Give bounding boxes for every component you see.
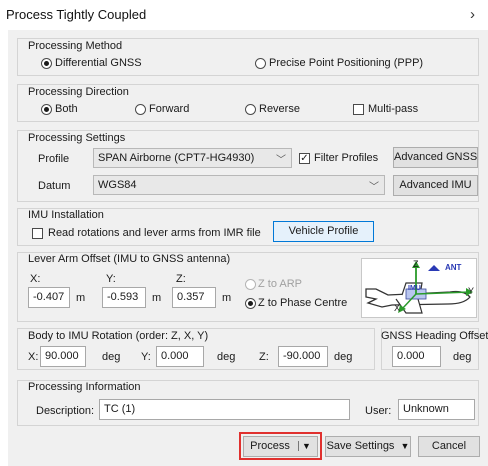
both-label[interactable]: Both [55,103,78,115]
radio-ppp[interactable] [255,58,266,69]
body-rotation-label: Body to IMU Rotation (order: Z, X, Y) [28,330,209,342]
rot-x-label: X: [28,351,39,363]
diagram-ant-label: ANT [445,263,462,272]
diagram-x-label: X [394,303,401,313]
reverse-label[interactable]: Reverse [259,103,300,115]
user-field[interactable]: Unknown [398,399,475,420]
diagram-y-label: Y [468,286,475,296]
imu-installation-label: IMU Installation [28,209,104,221]
lever-y-label: Y: [106,273,116,285]
datum-dropdown[interactable]: WGS84 ﹀ [93,175,385,195]
window-title: Process Tightly Coupled [6,7,147,22]
profile-label: Profile [38,153,70,165]
lever-y-unit: m [152,292,162,304]
multipass-label[interactable]: Multi-pass [368,103,418,115]
dropdown-arrow-icon[interactable]: ▼ [401,441,410,451]
multipass-checkbox[interactable] [353,104,364,115]
lever-z-field[interactable]: 0.357 [172,287,216,308]
z-to-arp-label[interactable]: Z to ARP [258,278,302,290]
diagram-imu-label: IMU [408,285,421,292]
profile-dropdown[interactable]: SPAN Airborne (CPT7-HG4930) ﹀ [93,148,292,168]
z-to-phase-label[interactable]: Z to Phase Centre [258,297,347,309]
ppp-label[interactable]: Precise Point Positioning (PPP) [269,57,423,69]
lever-z-label: Z: [176,273,186,285]
radio-differential-gnss[interactable] [41,58,52,69]
processing-direction-label: Processing Direction [28,86,129,98]
radio-reverse[interactable] [245,104,256,115]
radio-forward[interactable] [135,104,146,115]
chevron-down-icon: ﹀ [369,182,379,193]
filter-profiles-checkbox[interactable]: ✓ [299,153,310,164]
heading-offset-field[interactable]: 0.000 [392,346,441,367]
dropdown-arrow-icon[interactable]: ▼ [297,441,311,451]
advanced-gnss-button[interactable]: Advanced GNSS [393,147,478,168]
datum-label: Datum [38,180,71,192]
processing-method-label: Processing Method [28,40,123,52]
process-button[interactable]: Process ▼ [243,436,318,457]
cancel-button[interactable]: Cancel [418,436,480,457]
processing-settings-label: Processing Settings [28,132,126,144]
lever-y-field[interactable]: -0.593 [102,287,146,308]
rot-y-label: Y: [141,351,151,363]
rot-x-field[interactable]: 90.000 [40,346,86,367]
lever-x-label: X: [30,273,41,285]
rot-y-field[interactable]: 0.000 [156,346,204,367]
lever-x-unit: m [76,292,86,304]
rot-x-unit: deg [102,351,121,363]
datum-value: WGS84 [98,179,137,191]
lever-z-unit: m [222,292,232,304]
description-field[interactable]: TC (1) [99,399,350,420]
heading-offset-unit: deg [453,351,472,363]
filter-profiles-label[interactable]: Filter Profiles [314,152,378,164]
vehicle-profile-button[interactable]: Vehicle Profile [273,221,374,242]
rot-z-field[interactable]: -90.000 [278,346,328,367]
differential-gnss-label[interactable]: Differential GNSS [55,57,142,69]
radio-both[interactable] [41,104,52,115]
processing-info-label: Processing Information [28,381,141,393]
rot-z-label: Z: [259,351,269,363]
forward-label[interactable]: Forward [149,103,189,115]
advanced-imu-button[interactable]: Advanced IMU [393,175,478,196]
close-icon[interactable]: › [470,6,475,23]
save-settings-button[interactable]: Save Settings ▼ [325,436,411,457]
radio-z-to-arp[interactable] [245,279,256,290]
chevron-down-icon: ﹀ [276,155,286,166]
lever-arm-label: Lever Arm Offset (IMU to GNSS antenna) [28,253,231,265]
read-imr-label[interactable]: Read rotations and lever arms from IMR f… [48,227,261,239]
heading-offset-label: GNSS Heading Offset [381,330,488,342]
save-settings-label: Save Settings [326,440,395,452]
description-label: Description: [36,405,95,417]
rot-z-unit: deg [334,351,353,363]
profile-value: SPAN Airborne (CPT7-HG4930) [98,152,255,164]
user-label: User: [365,405,392,417]
lever-x-field[interactable]: -0.407 [28,287,70,308]
radio-z-to-phase[interactable] [245,298,256,309]
read-imr-checkbox[interactable] [32,228,43,239]
process-label: Process [250,440,290,452]
rot-y-unit: deg [217,351,236,363]
diagram-z-label: Z [413,259,419,269]
